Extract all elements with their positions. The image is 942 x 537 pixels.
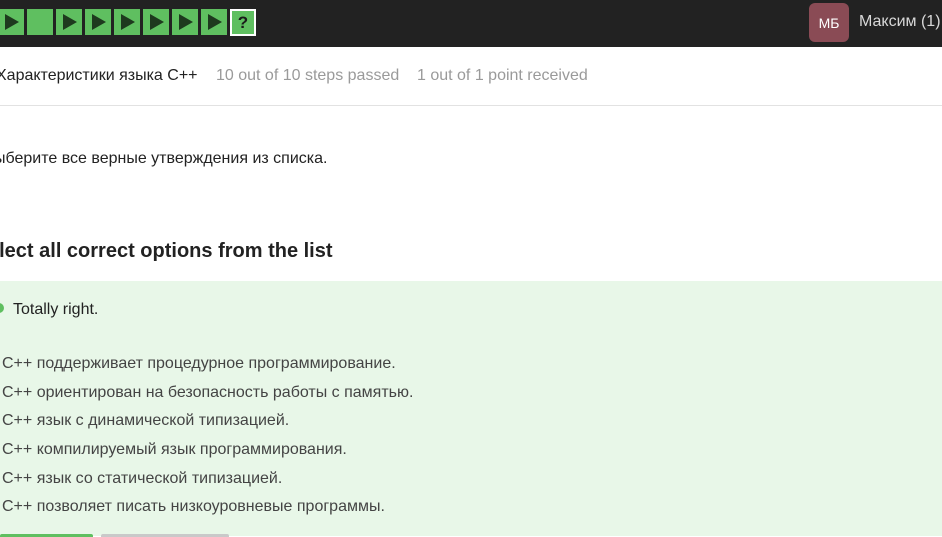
- user-name[interactable]: Максим (1): [859, 13, 941, 31]
- step-4-play-icon[interactable]: [85, 9, 111, 35]
- step-7-play-icon[interactable]: [172, 9, 198, 35]
- question-title-en: elect all correct options from the list: [0, 240, 333, 262]
- option-1[interactable]: C++ поддерживает процедурное программиро…: [2, 355, 396, 373]
- step-1-play-icon[interactable]: [0, 9, 24, 35]
- option-2[interactable]: C++ ориентирован на безопасность работы …: [2, 384, 413, 402]
- points-status: 1 out of 1 point received: [417, 67, 588, 84]
- step-5-play-icon[interactable]: [114, 9, 140, 35]
- success-icon: [0, 303, 4, 313]
- question-text-ru: ыберите все верные утверждения из списка…: [0, 150, 328, 167]
- option-5[interactable]: C++ язык со статической типизацией.: [2, 470, 282, 488]
- step-9-question-icon[interactable]: ?: [230, 9, 256, 36]
- feedback-text: Totally right.: [13, 301, 99, 318]
- step-3-play-icon[interactable]: [56, 9, 82, 35]
- option-3[interactable]: C++ язык с динамической типизацией.: [2, 412, 289, 430]
- option-6[interactable]: C++ позволяет писать низкоуровневые прог…: [2, 498, 385, 516]
- steps-passed-status: 10 out of 10 steps passed: [216, 67, 400, 84]
- step-2-square-icon[interactable]: [27, 9, 53, 35]
- option-4[interactable]: C++ компилируемый язык программирования.: [2, 441, 347, 459]
- step-6-play-icon[interactable]: [143, 9, 169, 35]
- feedback-panel: Totally right. C++ поддерживает процедур…: [0, 281, 942, 537]
- lesson-title: Характеристики языка C++: [0, 67, 198, 84]
- question-icon: ?: [237, 12, 249, 32]
- top-bar: ? МБ Максим (1): [0, 0, 942, 47]
- lesson-header: Характеристики языка C++ 10 out of 10 st…: [0, 47, 942, 106]
- step-8-play-icon[interactable]: [201, 9, 227, 35]
- avatar[interactable]: МБ: [809, 3, 849, 42]
